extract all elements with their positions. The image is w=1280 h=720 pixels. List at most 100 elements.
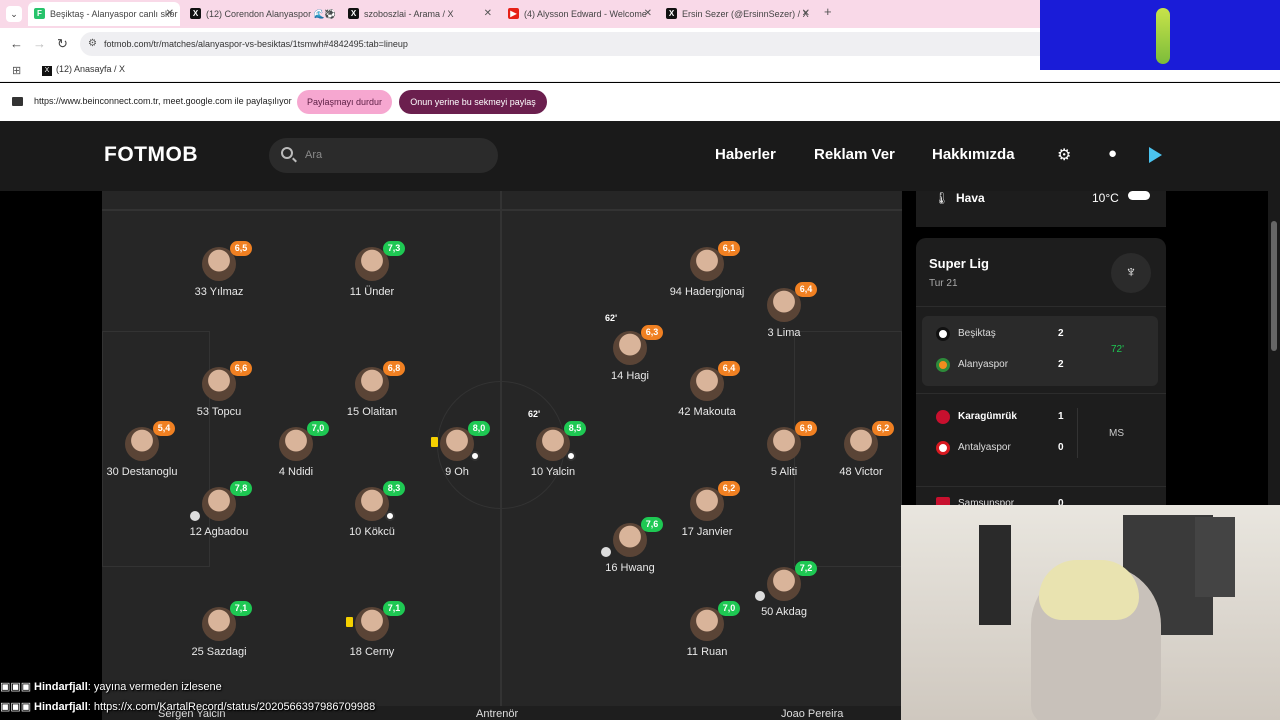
close-icon[interactable]: ✕ (324, 2, 332, 26)
tab-2[interactable]: X szoboszlai - Arama / X ✕ (342, 2, 498, 26)
league-round: Tur 21 (929, 278, 958, 289)
player-name: 53 Topcu (196, 406, 242, 418)
reload-icon[interactable]: ↻ (57, 36, 68, 52)
close-icon[interactable]: ✕ (802, 2, 810, 26)
tab-0[interactable]: F Beşiktaş - Alanyaspor canlı skor ✕ (28, 2, 180, 26)
fotmob-icon: F (34, 8, 45, 19)
tab-search-icon[interactable]: ⌄ (6, 6, 22, 22)
tab-0-title: Beşiktaş - Alanyaspor canlı skor (50, 9, 178, 19)
address-bar[interactable]: ⚙ fotmob.com/tr/matches/alanyaspor-vs-be… (80, 32, 1040, 56)
player-card[interactable]: 7,8 12 Agbadou (164, 481, 274, 539)
yellow-card-icon (346, 617, 353, 627)
team-score: 2 (1058, 328, 1064, 339)
player-rating: 6,4 (795, 282, 817, 297)
player-name: 42 Makouta (678, 406, 736, 418)
player-card[interactable]: 62' 8,5 10 Yalcin (498, 409, 608, 479)
team-score: 2 (1058, 359, 1064, 370)
team-name: Karagümrük (958, 411, 1017, 422)
substitution-minute: 62' (528, 409, 541, 419)
fotmob-header: FOTMOB Ara Haberler Reklam Ver Hakkımızd… (0, 121, 1280, 191)
team-score: 1 (1058, 411, 1064, 422)
player-rating: 6,4 (718, 361, 740, 376)
back-icon[interactable]: ← (10, 36, 23, 51)
player-card[interactable]: 7,3 11 Ünder (317, 241, 427, 299)
player-card[interactable]: 6,5 33 Yılmaz (164, 241, 274, 299)
player-card[interactable]: 6,2 48 Victor (806, 421, 902, 479)
scrollbar-thumb[interactable] (1271, 221, 1277, 351)
player-name: 48 Victor (839, 466, 883, 478)
close-icon[interactable]: ✕ (644, 2, 652, 26)
player-rating: 5,4 (153, 421, 175, 436)
player-name: 4 Ndidi (278, 466, 314, 478)
player-card[interactable]: 6,4 42 Makouta (652, 361, 762, 419)
thermometer-icon: 🌡 (934, 191, 950, 205)
player-name: 10 Kökcü (349, 526, 395, 538)
player-card[interactable]: 7,0 11 Ruan (652, 601, 762, 659)
chat-username: Hindarfjall (34, 681, 88, 693)
url-text: fotmob.com/tr/matches/alanyaspor-vs-besi… (104, 39, 408, 49)
nav-about[interactable]: Hakkımızda (932, 146, 1015, 163)
nav-news[interactable]: Haberler (715, 146, 776, 163)
league-name[interactable]: Super Lig (929, 256, 989, 271)
player-card[interactable]: 5,4 30 Destanoglu (102, 421, 197, 479)
stop-sharing-button[interactable]: Paylaşmayı durdur (297, 90, 392, 114)
player-name: 11 Ruan (686, 646, 728, 658)
tab-3[interactable]: ▶ (4) Alysson Edward - Welcome ✕ (502, 2, 658, 26)
search-input[interactable]: Ara (269, 138, 498, 173)
player-rating: 7,0 (718, 601, 740, 616)
close-icon[interactable]: ✕ (166, 2, 174, 26)
player-name: 12 Agbadou (189, 526, 249, 538)
match-row[interactable]: Beşiktaş 2 Alanyaspor 2 72' (922, 316, 1158, 386)
google-play-icon[interactable] (1149, 147, 1162, 163)
shelf-image (1195, 517, 1235, 597)
share-text: https://www.beinconnect.com.tr, meet.goo… (34, 96, 292, 106)
bookmark-label: (12) Anasayfa / X (56, 64, 126, 74)
gear-icon[interactable]: ⚙ (1057, 145, 1071, 165)
player-name: 33 Yılmaz (194, 286, 244, 298)
team-name: Antalyaspor (958, 442, 1011, 453)
player-card[interactable]: 6,4 3 Lima (729, 282, 839, 340)
browser-tab-bar: ⌄ F Beşiktaş - Alanyaspor canlı skor ✕ X… (0, 0, 1040, 28)
player-name: 25 Sazdagi (191, 646, 247, 658)
player-card[interactable]: 7,1 18 Cerny (317, 601, 427, 659)
player-rating: 7,1 (230, 601, 252, 616)
nav-advertise[interactable]: Reklam Ver (814, 146, 895, 163)
share-this-tab-button[interactable]: Onun yerine bu sekmeyi paylaş (399, 90, 547, 114)
forward-icon[interactable]: → (33, 36, 46, 51)
player-card[interactable]: 7,6 16 Hwang (575, 517, 685, 575)
tab-1-title: (12) Corendon Alanyaspor 🌊⚽ (206, 9, 336, 19)
chat-overlay: ▣▣▣ Hindarfjall: yayına vermeden izlesene… (0, 680, 900, 720)
chat-badges-icon: ▣▣▣ (0, 701, 32, 713)
weather-row: 🌡 Hava 10°C (916, 191, 1166, 227)
goal-ball-icon (566, 451, 576, 461)
tab-1[interactable]: X (12) Corendon Alanyaspor 🌊⚽ ✕ (184, 2, 338, 26)
player-name: 10 Yalcin (530, 466, 576, 478)
match-row[interactable]: Karagümrük 1 Antalyaspor 0 MS (922, 398, 1158, 468)
apps-icon[interactable]: ⊞ (12, 64, 21, 77)
player-rating: 7,0 (307, 421, 329, 436)
team-score: 0 (1058, 442, 1064, 453)
player-card[interactable]: 7,0 4 Ndidi (241, 421, 351, 479)
league-logo-icon[interactable]: ♆ (1111, 253, 1151, 293)
team-name: Beşiktaş (958, 328, 996, 339)
player-card[interactable]: 6,6 53 Topcu (164, 361, 274, 419)
site-info-icon[interactable]: ⚙ (88, 32, 97, 56)
goal-ball-icon (385, 511, 395, 521)
close-icon[interactable]: ✕ (484, 2, 492, 26)
player-card[interactable]: 8,0 9 Oh (402, 421, 512, 479)
player-rating: 6,3 (641, 325, 663, 340)
pitch-top-line (102, 209, 902, 211)
bookmark-item[interactable]: X (12) Anasayfa / X (42, 64, 125, 76)
player-card[interactable]: 8,3 10 Kökcü (317, 481, 427, 539)
new-tab-button[interactable]: + (824, 4, 832, 19)
player-rating: 7,2 (795, 561, 817, 576)
player-rating: 6,2 (718, 481, 740, 496)
tab-4[interactable]: X Ersin Sezer (@ErsinnSezer) / X ✕ (660, 2, 816, 26)
substitution-icon (601, 547, 611, 557)
weather-label: Hava (956, 191, 985, 205)
apple-icon[interactable]: ● (1108, 145, 1117, 162)
player-rating: 8,3 (383, 481, 405, 496)
fotmob-logo[interactable]: FOTMOB (104, 143, 198, 167)
player-card[interactable]: 7,1 25 Sazdagi (164, 601, 274, 659)
player-card[interactable]: 6,8 15 Olaitan (317, 361, 427, 419)
